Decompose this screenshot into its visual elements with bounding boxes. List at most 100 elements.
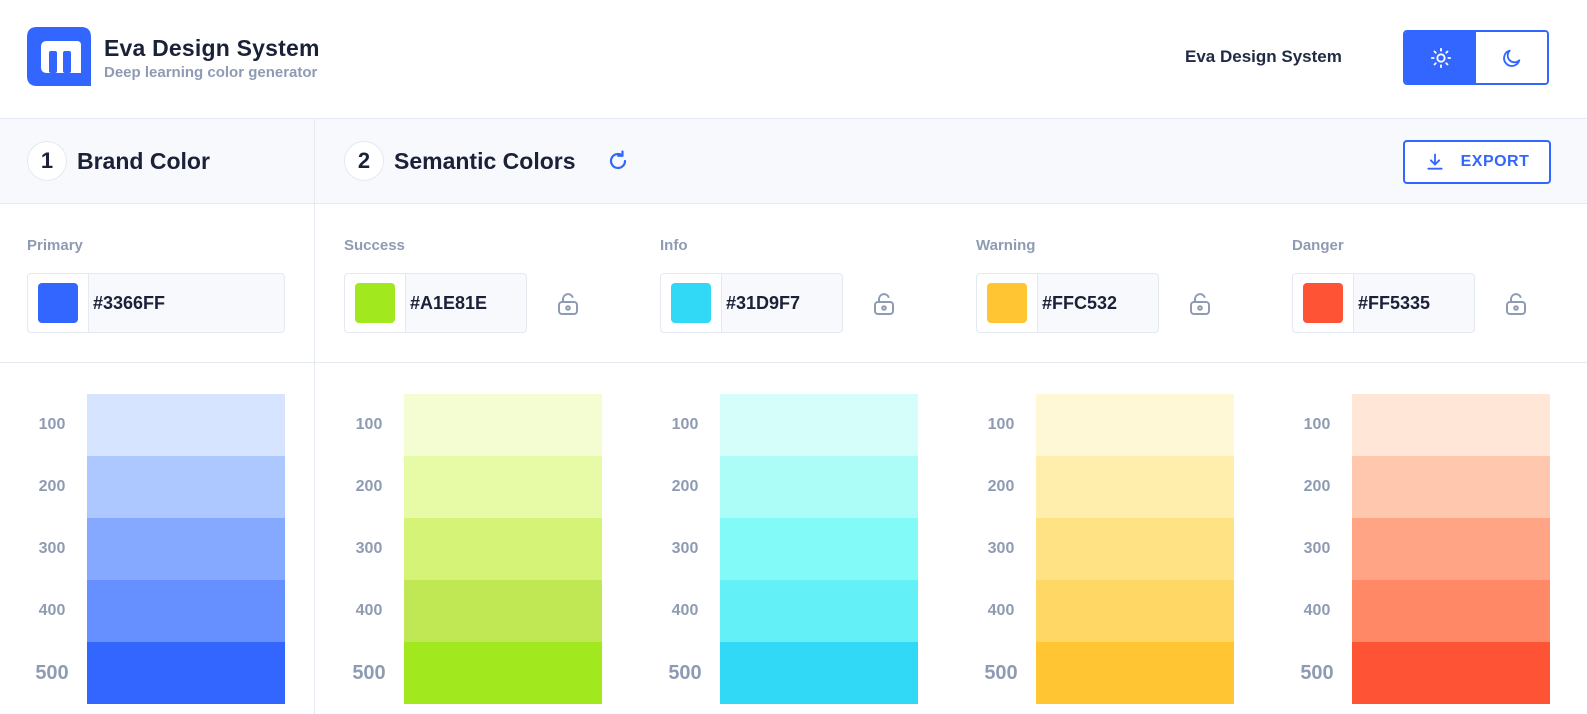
hex-value[interactable]: #31D9F7 (726, 293, 800, 314)
shade-swatch[interactable] (404, 518, 602, 580)
unlock-icon[interactable] (873, 292, 895, 316)
moon-icon (1502, 49, 1520, 67)
shade-swatch[interactable] (720, 642, 918, 704)
shade-step-label: 300 (38, 540, 66, 557)
step-title: Semantic Colors (394, 147, 576, 174)
shade-swatch[interactable] (1352, 394, 1550, 456)
color-swatch (1303, 283, 1343, 323)
shade-step-label: 500 (352, 662, 386, 684)
shade-swatch[interactable] (404, 456, 602, 518)
shade-step-label: 100 (987, 416, 1015, 433)
shade-step-label: 500 (668, 662, 702, 684)
color-inputs-row: Primary #3366FF Success #A1E81E Info #31… (0, 204, 1587, 363)
shade-swatch[interactable] (1036, 642, 1234, 704)
shade-step-label: 200 (38, 478, 66, 495)
shade-step-label: 400 (1303, 602, 1331, 619)
color-input[interactable]: #FFC532 (976, 273, 1159, 333)
shade-step-label: 500 (984, 662, 1018, 684)
shade-swatch[interactable] (87, 456, 285, 518)
shade-step-label: 500 (1300, 662, 1334, 684)
sun-icon (1430, 47, 1451, 68)
hex-value[interactable]: #A1E81E (410, 293, 487, 314)
color-picker[interactable] (661, 274, 722, 332)
color-label: Warning (976, 237, 1036, 254)
shade-swatch[interactable] (1352, 518, 1550, 580)
shade-swatch[interactable] (87, 518, 285, 580)
export-label: EXPORT (1460, 153, 1530, 170)
step-number: 2 (344, 141, 384, 181)
hex-value[interactable]: #FFC532 (1042, 293, 1117, 314)
shade-swatch[interactable] (87, 642, 285, 704)
header-nav-link[interactable]: Eva Design System (1185, 47, 1342, 67)
color-label: Primary (27, 237, 83, 254)
shade-swatch[interactable] (1352, 456, 1550, 518)
color-label: Danger (1292, 237, 1344, 254)
app-header: Eva Design System Deep learning color ge… (0, 0, 1587, 119)
color-input[interactable]: #FF5335 (1292, 273, 1475, 333)
refresh-icon[interactable] (606, 149, 630, 173)
brand-title: Eva Design System (104, 35, 320, 61)
step-semantic-colors: 2 Semantic Colors (344, 141, 630, 181)
brand-subtitle: Deep learning color generator (104, 64, 318, 81)
shade-step-label: 300 (671, 540, 699, 557)
shade-step-label: 500 (35, 662, 69, 684)
shade-step-label: 400 (987, 602, 1015, 619)
color-swatch (987, 283, 1027, 323)
step-number: 1 (27, 141, 67, 181)
shade-swatch[interactable] (87, 580, 285, 642)
color-input[interactable]: #31D9F7 (660, 273, 843, 333)
unlock-icon[interactable] (1505, 292, 1527, 316)
shade-swatch[interactable] (720, 580, 918, 642)
shade-step-label: 400 (38, 602, 66, 619)
shade-step-label: 300 (987, 540, 1015, 557)
color-swatch (38, 283, 78, 323)
shade-step-label: 100 (1303, 416, 1331, 433)
hex-value[interactable]: #FF5335 (1358, 293, 1430, 314)
dark-theme-button[interactable] (1476, 32, 1547, 83)
shade-step-label: 300 (1303, 540, 1331, 557)
shade-swatch[interactable] (1036, 580, 1234, 642)
shade-step-label: 200 (987, 478, 1015, 495)
step-bar: 1 Brand Color 2 Semantic Colors EXPORT (0, 119, 1587, 204)
export-button[interactable]: EXPORT (1403, 140, 1551, 184)
color-picker[interactable] (977, 274, 1038, 332)
shade-swatch[interactable] (720, 518, 918, 580)
shade-step-label: 400 (355, 602, 383, 619)
light-theme-button[interactable] (1405, 32, 1476, 83)
color-swatch (671, 283, 711, 323)
shade-step-label: 200 (1303, 478, 1331, 495)
shade-step-label: 100 (355, 416, 383, 433)
color-input[interactable]: #3366FF (27, 273, 285, 333)
shade-swatch[interactable] (1352, 642, 1550, 704)
shade-swatch[interactable] (720, 394, 918, 456)
shade-swatch[interactable] (404, 394, 602, 456)
eva-logo-icon[interactable] (27, 27, 91, 86)
shade-swatch[interactable] (1036, 456, 1234, 518)
color-picker[interactable] (345, 274, 406, 332)
color-input[interactable]: #A1E81E (344, 273, 527, 333)
theme-toggle (1403, 30, 1549, 85)
step-brand-color: 1 Brand Color (27, 141, 210, 181)
color-picker[interactable] (1293, 274, 1354, 332)
color-label: Success (344, 237, 405, 254)
shade-step-label: 100 (38, 416, 66, 433)
step-title: Brand Color (77, 147, 210, 174)
shade-swatch[interactable] (87, 394, 285, 456)
color-picker[interactable] (28, 274, 89, 332)
shade-swatch[interactable] (1036, 394, 1234, 456)
shade-step-label: 100 (671, 416, 699, 433)
shade-step-label: 300 (355, 540, 383, 557)
shade-step-label: 200 (355, 478, 383, 495)
shade-swatch[interactable] (404, 580, 602, 642)
shade-swatch[interactable] (720, 456, 918, 518)
color-label: Info (660, 237, 688, 254)
unlock-icon[interactable] (1189, 292, 1211, 316)
shade-swatch[interactable] (1036, 518, 1234, 580)
unlock-icon[interactable] (557, 292, 579, 316)
hex-value[interactable]: #3366FF (93, 293, 165, 314)
color-swatch (355, 283, 395, 323)
shade-swatch[interactable] (1352, 580, 1550, 642)
shade-swatch[interactable] (404, 642, 602, 704)
shade-step-label: 200 (671, 478, 699, 495)
shade-step-label: 400 (671, 602, 699, 619)
